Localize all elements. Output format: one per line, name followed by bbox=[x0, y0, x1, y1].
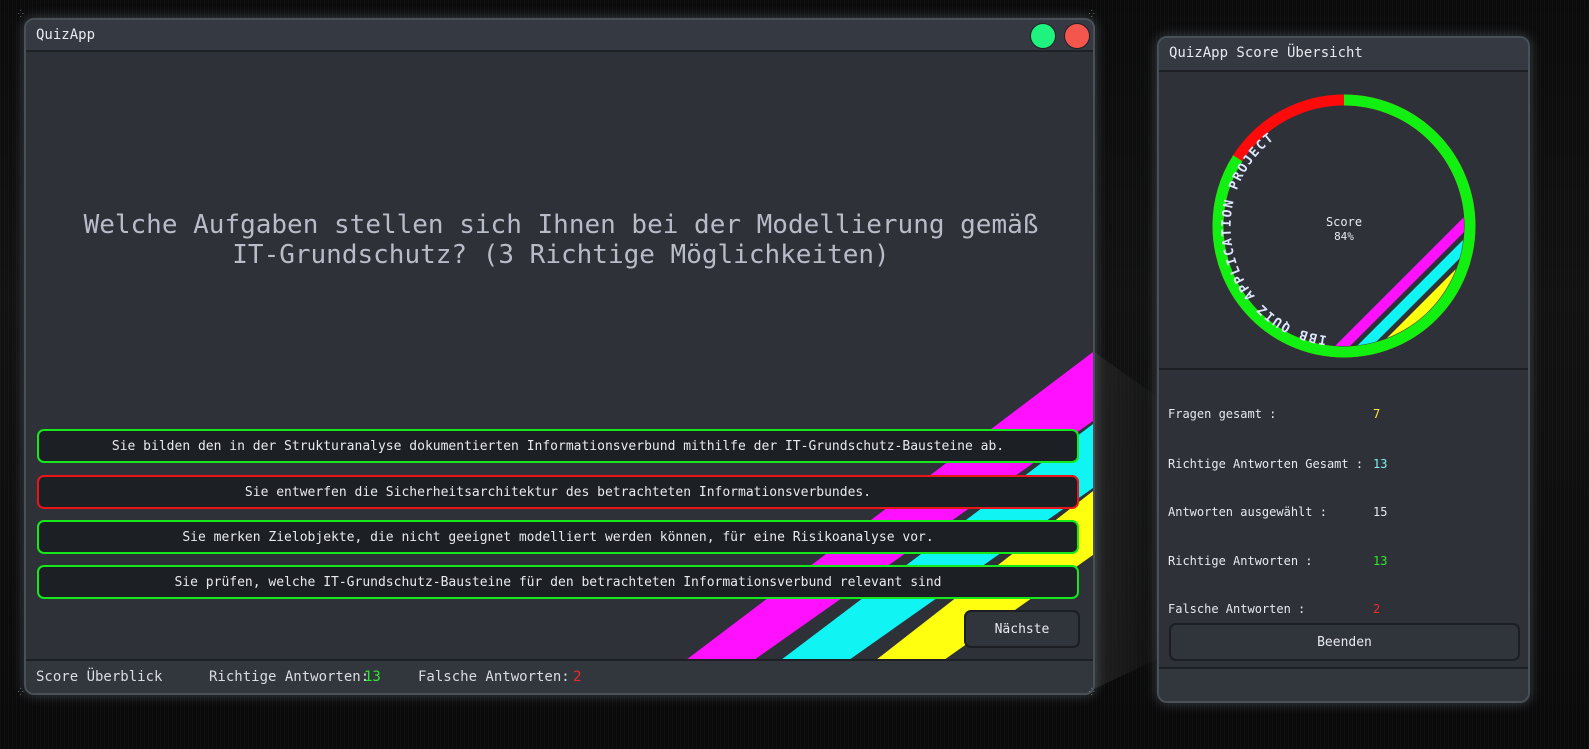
stat-value-correct-total: 13 bbox=[1373, 457, 1388, 471]
stat-value-selected: 15 bbox=[1373, 505, 1388, 519]
wrong-answers-label: Falsche Antworten: bbox=[418, 669, 570, 685]
score-label: Score bbox=[1326, 215, 1362, 229]
answer-option-3[interactable]: Sie merken Zielobjekte, die nicht geeign… bbox=[37, 520, 1079, 554]
resize-grip-bottom-left[interactable]: ⁛ bbox=[18, 688, 26, 696]
answer-label: Sie merken Zielobjekte, die nicht geeign… bbox=[182, 529, 934, 545]
stat-label-correct: Richtige Antworten : bbox=[1168, 554, 1313, 568]
stat-value-correct: 13 bbox=[1373, 554, 1388, 568]
resize-grip-top-right[interactable]: ⁛ bbox=[1089, 10, 1097, 18]
close-button[interactable] bbox=[1064, 23, 1090, 49]
score-value: 84% bbox=[1334, 230, 1354, 243]
stat-label-correct-total: Richtige Antworten Gesamt : bbox=[1168, 457, 1364, 471]
stat-label-wrong: Falsche Antworten : bbox=[1168, 602, 1306, 616]
resize-grip-bottom-right[interactable]: ⁛ bbox=[1089, 688, 1097, 696]
answer-label: Sie prüfen, welche IT-Grundschutz-Bauste… bbox=[174, 574, 942, 590]
score-window: QuizApp Score Übersicht IBB QUIZ APPLICA… bbox=[1157, 36, 1530, 703]
score-window-title: QuizApp Score Übersicht bbox=[1169, 45, 1363, 61]
wrong-answers-value: 2 bbox=[573, 669, 582, 685]
score-overview-label: Score Überblick bbox=[36, 669, 163, 685]
answer-option-4[interactable]: Sie prüfen, welche IT-Grundschutz-Bauste… bbox=[37, 565, 1079, 599]
stat-value-wrong: 2 bbox=[1373, 602, 1381, 616]
resize-grip-top-left[interactable]: ⁛ bbox=[18, 10, 26, 18]
score-ring-chart: IBB QUIZ APPLICATION PROJECT Score 84% bbox=[1212, 94, 1476, 358]
answer-label: Sie entwerfen die Sicherheitsarchitektur… bbox=[244, 484, 872, 500]
stat-label-questions-total: Fragen gesamt : bbox=[1168, 407, 1277, 421]
answer-label: Sie bilden den in der Strukturanalyse do… bbox=[111, 438, 1005, 454]
answer-option-2[interactable]: Sie entwerfen die Sicherheitsarchitektur… bbox=[37, 475, 1079, 509]
stat-value-questions-total: 7 bbox=[1373, 407, 1381, 421]
title-bar[interactable]: QuizApp bbox=[26, 20, 1093, 52]
correct-answers-value: 13 bbox=[364, 669, 381, 685]
maximize-button[interactable] bbox=[1030, 23, 1056, 49]
answer-option-1[interactable]: Sie bilden den in der Strukturanalyse do… bbox=[37, 429, 1079, 463]
score-title-bar[interactable]: QuizApp Score Übersicht bbox=[1159, 38, 1528, 72]
correct-answers-label: Richtige Antworten: bbox=[209, 669, 370, 685]
question-text: Welche Aufgaben stellen sich Ihnen bei d… bbox=[83, 210, 1039, 270]
window-title: QuizApp bbox=[36, 27, 96, 43]
stat-label-selected: Antworten ausgewählt : bbox=[1168, 505, 1327, 519]
status-bar: Score Überblick Richtige Antworten: 13 F… bbox=[26, 659, 1093, 693]
score-footer bbox=[1159, 667, 1528, 701]
next-button[interactable]: Nächste bbox=[964, 610, 1080, 648]
finish-button[interactable]: Beenden bbox=[1169, 623, 1520, 661]
main-window: QuizApp Welche Aufgaben stellen sich Ihn… bbox=[24, 18, 1095, 695]
score-chart-panel: IBB QUIZ APPLICATION PROJECT Score 84% bbox=[1159, 72, 1528, 370]
